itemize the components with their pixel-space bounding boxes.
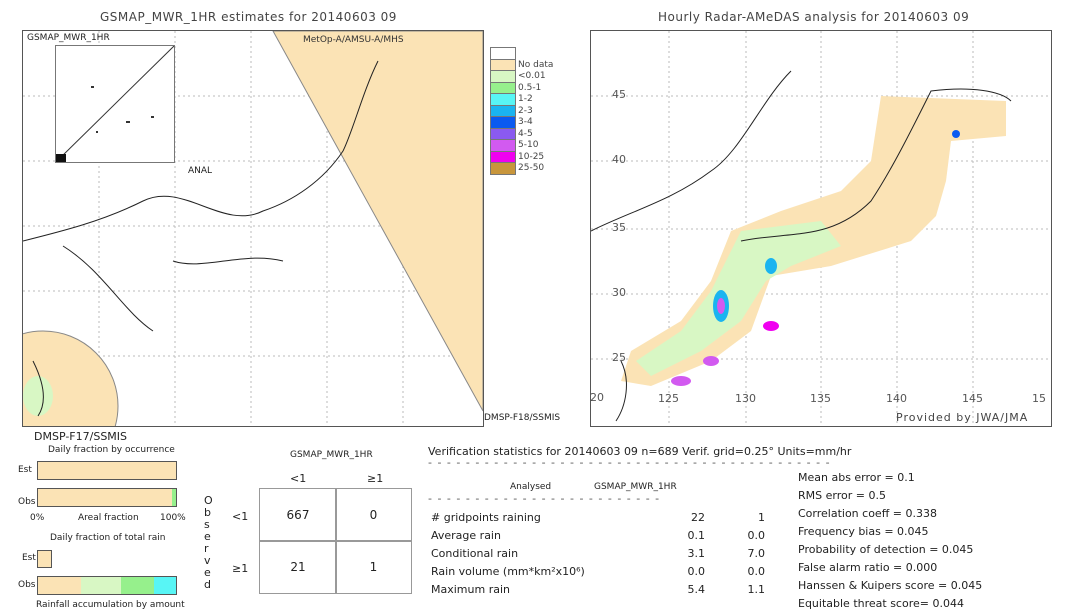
- row-header: ≥1: [232, 562, 249, 575]
- stat-analysed: 0.1: [687, 529, 706, 542]
- total-rain-footer: Rainfall accumulation by amount: [36, 600, 185, 610]
- data-credit: Provided by JWA/JMA: [896, 411, 1029, 424]
- sat-label-f17: DMSP-F17/SSMIS: [34, 430, 128, 443]
- score: Probability of detection = 0.045: [798, 543, 974, 556]
- col-header: ≥1: [367, 472, 384, 485]
- score: RMS error = 0.5: [798, 489, 886, 502]
- scatter-inset: [55, 45, 175, 163]
- score: Hanssen & Kuipers score = 0.045: [798, 579, 983, 592]
- axis-min: 0%: [30, 513, 45, 523]
- obs-label: Obs: [18, 497, 36, 507]
- occurrence-obs-bar: [37, 488, 177, 507]
- stat-analysed: 0.0: [687, 565, 706, 578]
- total-rain-title: Daily fraction of total rain: [50, 533, 166, 543]
- lon-label: 140: [886, 392, 907, 405]
- stat-analysed: 3.1: [687, 547, 706, 560]
- lon-label: 145: [962, 392, 983, 405]
- est-label: Est: [18, 465, 32, 475]
- lat-label: 40: [612, 153, 626, 166]
- stat-estimate: 0.0: [747, 565, 766, 578]
- stat-analysed: 5.4: [687, 583, 706, 596]
- legend-label: 10-25: [518, 151, 545, 162]
- sat-label-f18: DMSP-F18/SSMIS: [484, 413, 561, 423]
- col-analysed: Analysed: [510, 482, 552, 492]
- legend-label: 5-10: [518, 140, 539, 150]
- occurrence-title: Daily fraction by occurrence: [48, 445, 175, 455]
- obs-label: Obs: [18, 580, 36, 590]
- total-rain-obs-bar: [37, 576, 177, 595]
- right-map-title: Hourly Radar-AMeDAS analysis for 2014060…: [658, 10, 970, 24]
- stat-label: # gridpoints raining: [431, 511, 541, 524]
- axis-label: Areal fraction: [78, 513, 139, 523]
- stat-analysed: 22: [691, 511, 705, 524]
- row-header: <1: [232, 510, 249, 523]
- score: Frequency bias = 0.045: [798, 525, 929, 538]
- legend-label: 1-2: [518, 94, 533, 104]
- cell-hit: 667: [259, 488, 337, 542]
- legend-swatch: [490, 162, 516, 175]
- lat-label: 45: [612, 88, 626, 101]
- lat-label: 20: [590, 391, 604, 404]
- observed-label: Observed: [204, 494, 213, 591]
- col-estimate: GSMAP_MWR_1HR: [594, 482, 677, 492]
- score: Mean abs error = 0.1: [798, 471, 915, 484]
- stat-estimate: 1.1: [747, 583, 766, 596]
- legend-label: 4-5: [518, 128, 533, 139]
- lon-label: 125: [658, 392, 679, 405]
- lon-label: 130: [735, 392, 756, 405]
- legend-label: No data: [518, 59, 554, 70]
- lat-label: 25: [612, 351, 626, 364]
- legend-label: <0.01: [518, 71, 546, 81]
- cell: 21: [259, 540, 337, 594]
- left-map: GSMAP_MWR_1HR ANAL MetOp-A/AMSU-A/MHS: [22, 30, 484, 427]
- total-rain-est-bar: [37, 550, 52, 568]
- stat-label: Conditional rain: [431, 547, 519, 560]
- lon-label: 15: [1032, 392, 1046, 405]
- lon-label: 135: [810, 392, 831, 405]
- legend-label: 2-3: [518, 105, 533, 116]
- occurrence-est-bar: [37, 461, 177, 480]
- stat-estimate: 0.0: [747, 529, 766, 542]
- score: Correlation coeff = 0.338: [798, 507, 937, 520]
- score: Equitable threat score= 0.044: [798, 597, 964, 610]
- inset-xlabel: ANAL: [188, 166, 213, 176]
- est-label: Est: [22, 553, 36, 563]
- stat-estimate: 7.0: [747, 547, 766, 560]
- legend-label: 25-50: [518, 163, 545, 173]
- stat-estimate: 1: [758, 511, 765, 524]
- legend-label: 3-4: [518, 117, 533, 127]
- contingency-title: GSMAP_MWR_1HR: [290, 450, 373, 460]
- stat-label: Maximum rain: [431, 583, 510, 596]
- left-map-title: GSMAP_MWR_1HR estimates for 20140603 09: [100, 10, 397, 24]
- lat-label: 35: [612, 221, 626, 234]
- inset-ylabel: GSMAP_MWR_1HR: [27, 33, 110, 43]
- lat-label: 30: [612, 286, 626, 299]
- stat-label: Average rain: [431, 529, 501, 542]
- score: False alarm ratio = 0.000: [798, 561, 938, 574]
- axis-max: 100%: [160, 513, 186, 523]
- col-header: <1: [290, 472, 307, 485]
- legend-label: 0.5-1: [518, 82, 542, 93]
- stat-label: Rain volume (mm*km²x10⁶): [431, 565, 585, 578]
- right-map: [590, 30, 1052, 427]
- cell: 0: [335, 488, 412, 542]
- cell: 1: [335, 540, 412, 594]
- sat-label-top: MetOp-A/AMSU-A/MHS: [303, 35, 404, 45]
